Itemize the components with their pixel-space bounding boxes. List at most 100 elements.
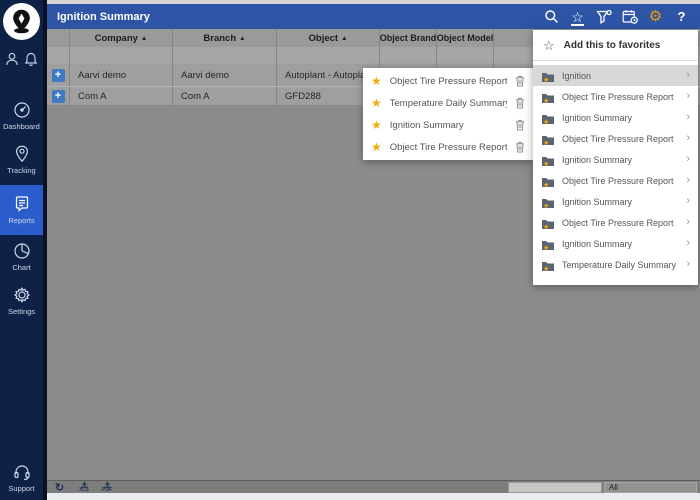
app-logo[interactable] — [3, 3, 40, 40]
favorite-item[interactable]: ★ Temperature Daily Summary — [363, 92, 533, 114]
pie-chart-icon — [12, 241, 32, 261]
add-to-favorites-button[interactable]: ☆ Add this to favorites — [533, 30, 698, 61]
folder-favorite-icon: ★ — [541, 154, 555, 166]
sort-asc-icon: ▲ — [341, 35, 347, 42]
folder-favorite-icon: ★ — [541, 217, 555, 229]
folder-star-badge: ★ — [543, 203, 549, 210]
app-window: Dashboard Tracking Reports — [0, 0, 700, 500]
report-folder-item[interactable]: ★ Object Tire Pressure Report › — [533, 128, 698, 149]
filter-settings-icon[interactable] — [595, 7, 612, 26]
chevron-right-icon: › — [686, 154, 690, 165]
report-folder-item[interactable]: ★ Ignition Summary › — [533, 107, 698, 128]
export-pdf-button[interactable]: PDF — [98, 481, 116, 493]
star-filled-icon[interactable]: ★ — [371, 119, 382, 131]
favorite-item-label: Temperature Daily Summary — [390, 98, 507, 109]
chevron-right-icon: › — [686, 133, 690, 144]
folder-favorite-icon: ★ — [541, 196, 555, 208]
folder-favorite-icon: ★ — [541, 175, 555, 187]
expand-row-button[interactable]: + — [52, 90, 65, 103]
add-to-favorites-label: Add this to favorites — [564, 40, 661, 51]
sidebar-item-label: Chart — [0, 263, 43, 272]
search-icon[interactable] — [543, 7, 560, 26]
folder-star-badge: ★ — [543, 140, 549, 147]
sort-asc-icon: ▲ — [141, 35, 147, 42]
footer-search-input[interactable] — [508, 482, 602, 493]
sidebar-item-dashboard[interactable]: Dashboard — [0, 100, 43, 131]
favorite-item-label: Object Tire Pressure Report — [390, 142, 507, 153]
folder-favorite-icon: ★ — [541, 133, 555, 145]
column-header-company[interactable]: Company ▲ — [70, 29, 173, 47]
column-header-object-model[interactable]: Object Model — [437, 29, 494, 47]
report-folder-item[interactable]: ★ Ignition › — [533, 65, 698, 86]
chevron-right-icon: › — [686, 91, 690, 102]
settings-gear-icon[interactable]: ⚙ — [647, 7, 664, 26]
column-header-branch[interactable]: Branch ▲ — [173, 29, 277, 47]
report-folder-label: Ignition — [562, 71, 679, 81]
favorite-item-label: Object Tire Pressure Report — [390, 76, 507, 87]
map-pin-icon — [12, 144, 32, 164]
expand-row-button[interactable]: + — [52, 69, 65, 82]
delete-trash-icon[interactable] — [515, 75, 525, 87]
star-filled-icon[interactable]: ★ — [371, 75, 382, 87]
delete-trash-icon[interactable] — [515, 119, 525, 131]
notifications-bell-icon[interactable] — [24, 52, 38, 71]
column-label: Object — [309, 33, 339, 44]
star-glyph: ☆ — [571, 10, 584, 24]
scheduled-reports-calendar-icon[interactable] — [621, 7, 638, 26]
sidebar-item-label: Dashboard — [0, 122, 43, 131]
folder-star-badge: ★ — [543, 161, 549, 168]
row-expand-cell: + — [47, 64, 70, 86]
report-folder-item[interactable]: ★ Object Tire Pressure Report › — [533, 86, 698, 107]
titlebar: Ignition Summary ☆ — [47, 4, 700, 29]
user-icon[interactable] — [5, 52, 19, 71]
report-folder-item[interactable]: ★ Ignition Summary › — [533, 191, 698, 212]
folder-star-badge: ★ — [543, 245, 549, 252]
column-header-object[interactable]: Object ▲ — [277, 29, 380, 47]
star-filled-icon[interactable]: ★ — [371, 141, 382, 153]
filter-cell-object[interactable] — [277, 47, 380, 64]
sidebar: Dashboard Tracking Reports — [0, 0, 47, 500]
filter-cell-object-brand[interactable] — [380, 47, 437, 64]
table-footer-toolbar: ↻ XLS PDF All — [47, 480, 700, 493]
report-folder-item[interactable]: ★ Temperature Daily Summary › — [533, 254, 698, 275]
star-outline-icon: ☆ — [543, 39, 555, 52]
sidebar-item-support[interactable]: Support — [0, 462, 43, 493]
favorite-item[interactable]: ★ Ignition Summary — [363, 114, 533, 136]
favorite-item[interactable]: ★ Object Tire Pressure Report — [363, 136, 533, 158]
sidebar-item-tracking[interactable]: Tracking — [0, 144, 43, 175]
folder-favorite-icon: ★ — [541, 70, 555, 82]
gear-glyph: ⚙ — [649, 9, 662, 24]
report-folder-list: ★ Ignition › ★ Object Tire Pressure Repo… — [533, 65, 698, 275]
sort-asc-icon: ▲ — [239, 35, 245, 42]
filter-cell-company[interactable] — [70, 47, 173, 64]
report-folder-item[interactable]: ★ Object Tire Pressure Report › — [533, 170, 698, 191]
sidebar-item-label: Support — [0, 484, 43, 493]
folder-favorite-icon: ★ — [541, 91, 555, 103]
folder-favorite-icon: ★ — [541, 112, 555, 124]
report-folder-item[interactable]: ★ Object Tire Pressure Report › — [533, 212, 698, 233]
sidebar-item-label: Settings — [0, 307, 43, 316]
help-icon[interactable]: ? — [673, 7, 690, 26]
favorites-active-underline — [571, 24, 584, 26]
sidebar-item-chart[interactable]: Chart — [0, 241, 43, 272]
page-size-select[interactable]: All — [604, 482, 697, 493]
row-expand-cell: + — [47, 87, 70, 105]
column-header-object-brand[interactable]: Object Brand — [380, 29, 437, 47]
report-folder-label: Ignition Summary — [562, 113, 679, 123]
star-filled-icon[interactable]: ★ — [371, 97, 382, 109]
delete-trash-icon[interactable] — [515, 141, 525, 153]
filter-cell-object-model[interactable] — [437, 47, 494, 64]
sidebar-item-reports[interactable]: Reports — [0, 185, 43, 235]
column-label: Company — [95, 33, 138, 44]
favorite-item[interactable]: ★ Object Tire Pressure Report — [363, 70, 533, 92]
chevron-right-icon: › — [686, 175, 690, 186]
favorites-star-icon[interactable]: ☆ — [569, 7, 586, 26]
export-xls-button[interactable]: XLS — [75, 481, 93, 493]
filter-cell — [47, 47, 70, 64]
report-folder-item[interactable]: ★ Ignition Summary › — [533, 233, 698, 254]
sidebar-item-settings[interactable]: Settings — [0, 285, 43, 316]
filter-cell-branch[interactable] — [173, 47, 277, 64]
report-folder-item[interactable]: ★ Ignition Summary › — [533, 149, 698, 170]
page-title: Ignition Summary — [57, 11, 150, 23]
delete-trash-icon[interactable] — [515, 97, 525, 109]
